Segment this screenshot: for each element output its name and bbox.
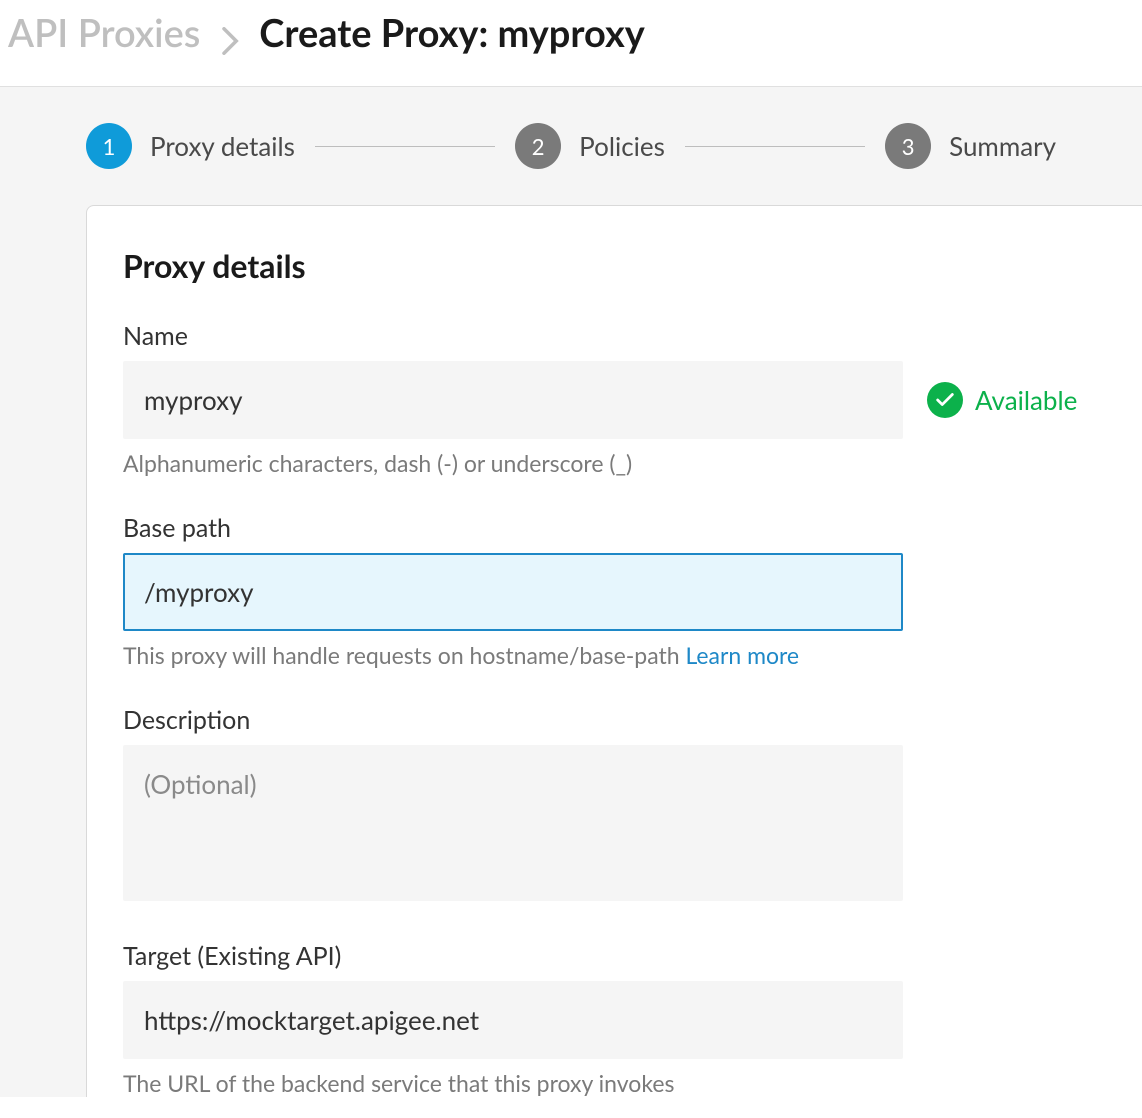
step-circle-1: 1 xyxy=(86,123,132,169)
breadcrumb-current: Create Proxy: myproxy xyxy=(259,10,645,56)
step-label-1: Proxy details xyxy=(150,130,295,162)
check-circle-icon xyxy=(927,382,963,418)
step-policies[interactable]: 2 Policies xyxy=(515,123,665,169)
breadcrumb-parent[interactable]: API Proxies xyxy=(8,10,200,56)
basepath-input[interactable] xyxy=(123,553,903,631)
description-label: Description xyxy=(123,705,1106,735)
target-input[interactable] xyxy=(123,981,903,1059)
name-input[interactable] xyxy=(123,361,903,439)
name-helper: Alphanumeric characters, dash (-) or und… xyxy=(123,449,1106,477)
basepath-helper-text: This proxy will handle requests on hostn… xyxy=(123,641,685,669)
step-circle-2: 2 xyxy=(515,123,561,169)
step-circle-3: 3 xyxy=(885,123,931,169)
name-label: Name xyxy=(123,321,1106,351)
step-connector xyxy=(315,146,495,147)
step-connector xyxy=(685,146,865,147)
step-proxy-details[interactable]: 1 Proxy details xyxy=(86,123,295,169)
description-input[interactable] xyxy=(123,745,903,901)
basepath-label: Base path xyxy=(123,513,1106,543)
wizard-stepper: 1 Proxy details 2 Policies 3 Summary xyxy=(0,87,1142,205)
step-label-2: Policies xyxy=(579,130,665,162)
breadcrumb: API Proxies Create Proxy: myproxy xyxy=(0,0,1142,87)
basepath-helper: This proxy will handle requests on hostn… xyxy=(123,641,1106,669)
chevron-right-icon xyxy=(222,20,247,54)
target-label: Target (Existing API) xyxy=(123,941,1106,971)
step-summary[interactable]: 3 Summary xyxy=(885,123,1056,169)
card-title: Proxy details xyxy=(123,246,1106,285)
name-availability: Available xyxy=(927,382,1077,418)
step-label-3: Summary xyxy=(949,130,1056,162)
proxy-details-card: Proxy details Name Available Alphanumeri… xyxy=(86,205,1142,1097)
target-helper: The URL of the backend service that this… xyxy=(123,1069,1106,1097)
availability-text: Available xyxy=(975,384,1077,416)
learn-more-link[interactable]: Learn more xyxy=(685,641,799,669)
